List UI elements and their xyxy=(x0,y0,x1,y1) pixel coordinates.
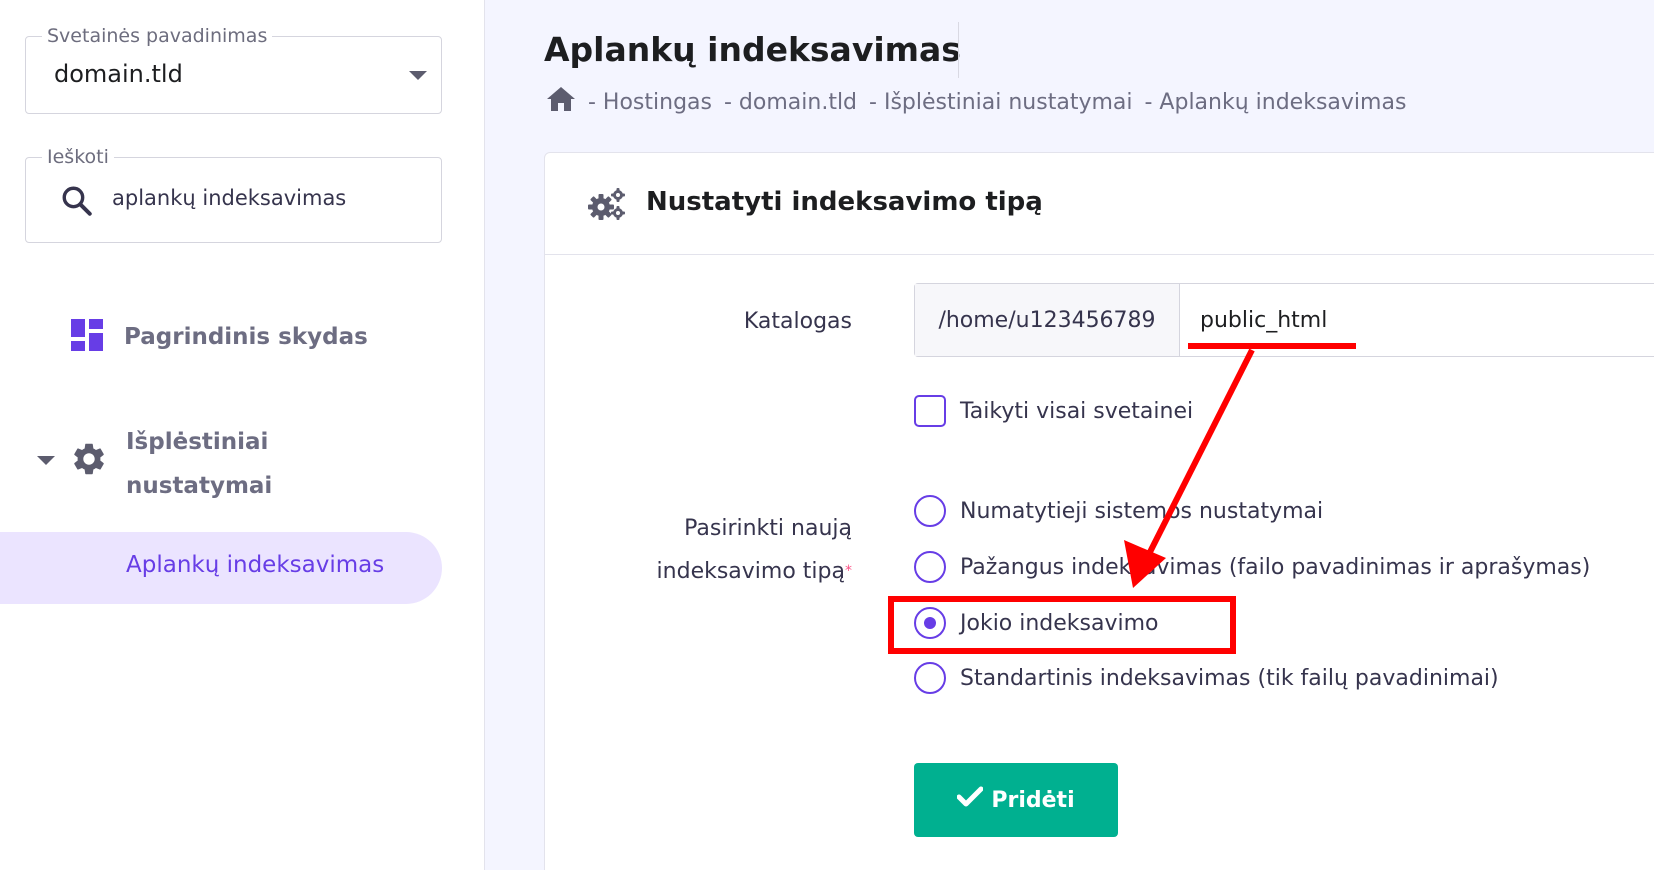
required-mark: * xyxy=(845,563,852,579)
directory-prefix: /home/u123456789 xyxy=(915,284,1180,356)
breadcrumb-current: - Aplankų indeksavimas xyxy=(1144,89,1407,115)
radio-option-advanced[interactable]: Pažangus indeksavimas (failo pavadinimas… xyxy=(914,551,1590,583)
search-legend: Ieškoti xyxy=(42,146,114,168)
search-input[interactable]: aplankų indeksavimas xyxy=(112,186,346,210)
site-select-legend: Svetainės pavadinimas xyxy=(42,25,273,47)
radio-standard[interactable] xyxy=(914,662,946,694)
add-button-label: Pridėti xyxy=(991,787,1075,813)
sidebar-item-dashboard[interactable]: Pagrindinis skydas xyxy=(70,318,368,356)
annotation-highlight-box xyxy=(888,596,1236,654)
annotation-underline xyxy=(1188,343,1356,349)
sidebar-item-label: Aplankų indeksavimas xyxy=(126,552,385,578)
add-button[interactable]: Pridėti xyxy=(914,763,1118,837)
breadcrumb-hosting[interactable]: - Hostingas xyxy=(588,90,712,115)
gear-icon xyxy=(70,440,108,482)
radio-label: Pažangus indeksavimas (failo pavadinimas… xyxy=(960,554,1591,580)
radio-label: Standartinis indeksavimas (tik failų pav… xyxy=(960,665,1499,691)
breadcrumb: - Hostingas - domain.tld - Išplėstiniai … xyxy=(546,86,1406,118)
caret-down-icon[interactable] xyxy=(37,456,55,465)
breadcrumb-advanced[interactable]: - Išplėstiniai nustatymai xyxy=(869,90,1132,115)
home-icon[interactable] xyxy=(546,86,576,118)
dashboard-icon xyxy=(70,318,104,356)
card-header: Nustatyti indeksavimo tipą xyxy=(545,153,1654,255)
radio-option-standard[interactable]: Standartinis indeksavimas (tik failų pav… xyxy=(914,662,1499,694)
radio-option-default[interactable]: Numatytieji sistemos nustatymai xyxy=(914,495,1323,527)
sidebar-item-advanced[interactable]: Išplėstiniai nustatymai xyxy=(126,420,326,508)
apply-all-checkbox[interactable] xyxy=(914,395,946,427)
apply-all-row[interactable]: Taikyti visai svetainei xyxy=(914,395,1193,427)
card-title: Nustatyti indeksavimo tipą xyxy=(646,187,1043,217)
divider xyxy=(958,22,959,78)
search-icon xyxy=(60,184,94,222)
chevron-down-icon xyxy=(409,71,427,80)
indexing-card: Nustatyti indeksavimo tipą Katalogas /ho… xyxy=(544,152,1654,870)
sidebar-item-label: Pagrindinis skydas xyxy=(124,324,368,350)
indexing-type-label: Pasirinkti naują indeksavimo tipą* xyxy=(552,507,852,593)
indexing-type-label-text: Pasirinkti naują indeksavimo tipą xyxy=(656,516,852,584)
search-field[interactable]: Ieškoti aplankų indeksavimas xyxy=(25,146,442,243)
apply-all-label: Taikyti visai svetainei xyxy=(960,398,1194,424)
sidebar-item-folder-indexing[interactable]: Aplankų indeksavimas xyxy=(0,532,442,604)
check-icon xyxy=(956,786,984,814)
sidebar: Svetainės pavadinimas domain.tld Ieškoti… xyxy=(0,0,485,870)
site-select[interactable]: Svetainės pavadinimas domain.tld xyxy=(25,25,442,114)
radio-label: Numatytieji sistemos nustatymai xyxy=(960,498,1324,524)
page-title: Aplankų indeksavimas xyxy=(544,30,961,69)
radio-advanced[interactable] xyxy=(914,551,946,583)
breadcrumb-domain[interactable]: - domain.tld xyxy=(724,90,857,115)
gears-icon xyxy=(587,187,627,225)
radio-default[interactable] xyxy=(914,495,946,527)
directory-label: Katalogas xyxy=(743,309,852,334)
site-select-value: domain.tld xyxy=(54,60,183,88)
